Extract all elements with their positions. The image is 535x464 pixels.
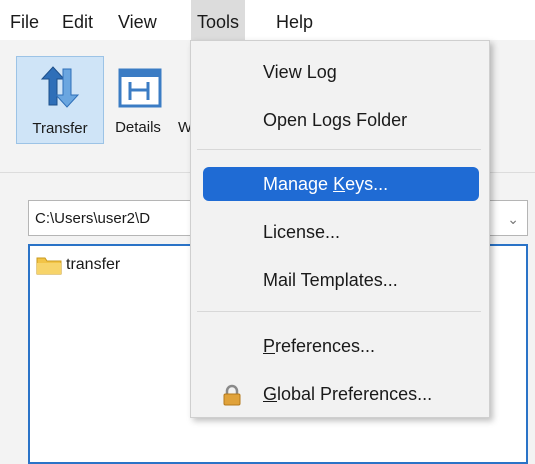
list-item[interactable]: transfer [36,252,120,278]
menu-item-manage-keys[interactable]: Manage Keys... [203,167,479,201]
chevron-down-icon[interactable]: ⌄ [507,201,519,237]
menu-item-label: Open Logs Folder [263,110,408,130]
folder-icon [36,257,62,275]
menu-item-label: License... [263,222,341,242]
menu-item-accelerator: P [263,336,276,356]
tools-menu: View Log Open Logs Folder Manage Keys...… [190,40,490,418]
menu-item-open-logs-folder[interactable]: Open Logs Folder [203,103,479,137]
next-tool-button[interactable]: W [178,56,190,142]
menu-bar: File Edit View Tools Help [0,0,535,40]
menu-item-label-post: lobal Preferences... [277,384,433,404]
menu-item-label-post: eys... [345,174,389,194]
transfer-label: Transfer [32,120,88,137]
menu-item-global-preferences[interactable]: Global Preferences... [203,377,479,411]
menu-item-label-post: references... [275,336,376,356]
menu-file[interactable]: File [4,0,45,40]
menu-item-mail-templates[interactable]: Mail Templates... [203,263,479,297]
menu-help[interactable]: Help [270,0,319,40]
path-value: C:\Users\user2\D [35,210,151,227]
transfer-icon [40,66,80,108]
next-tool-label: W [178,119,190,136]
details-label: Details [115,119,161,136]
menu-item-license[interactable]: License... [203,215,479,249]
menu-view[interactable]: View [112,0,163,40]
menu-item-accelerator: G [263,384,278,404]
menu-item-label-pre: Manage [263,174,334,194]
lock-icon [223,384,241,406]
menu-tools[interactable]: Tools [191,0,246,40]
menu-item-view-log[interactable]: View Log [203,55,479,89]
menu-separator [197,311,481,312]
menu-item-accelerator: K [333,174,346,194]
transfer-button[interactable]: Transfer [16,56,104,144]
menu-item-preferences[interactable]: Preferences... [203,329,479,363]
menu-item-label: View Log [263,62,337,82]
details-icon [118,68,162,108]
list-item-label: transfer [66,256,121,273]
menu-edit[interactable]: Edit [56,0,99,40]
details-button[interactable]: Details [104,56,172,142]
menu-item-label: Mail Templates... [263,270,398,290]
menu-separator [197,149,481,150]
